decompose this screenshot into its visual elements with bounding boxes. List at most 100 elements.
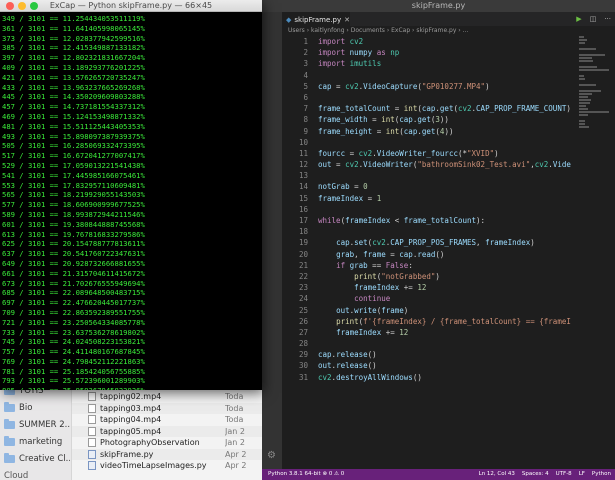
status-item[interactable]: Python [592, 469, 611, 480]
code-line[interactable]: import numpy as np [318, 47, 571, 58]
gear-icon[interactable]: ⚙ [267, 451, 277, 461]
code-line[interactable]: frameIndex += 12 [318, 282, 571, 293]
minimap-line [579, 57, 593, 59]
activity-bar: ⚙ [262, 12, 282, 469]
line-number: 12 [298, 160, 308, 170]
code-line[interactable]: frame_width = int(cap.get(3)) [318, 114, 571, 125]
file-row[interactable]: skipFrame.py Apr 2 [72, 448, 262, 460]
file-date: Jan 2 [225, 426, 245, 436]
line-number: 17 [298, 216, 308, 225]
sidebar-item[interactable]: Cloud [4, 468, 70, 480]
file-row[interactable]: tapping02.mp4 Toda [72, 391, 262, 403]
code-line[interactable] [318, 226, 571, 237]
code-line[interactable] [318, 137, 571, 148]
code-editor[interactable]: 1 2 3 4 5 6 7 8 9 10 11 12 13 14 15 16 17 18 19 20 21 22 23 24 2… [282, 36, 615, 469]
code-line[interactable]: cv2.destroyAllWindows() [318, 372, 571, 383]
terminal-line: 673 / 3101 == 21.702676555949694% [2, 278, 145, 288]
terminal-window[interactable]: ExCap — Python skipFrame.py — 66×45 349 … [0, 0, 262, 390]
minimap-line [579, 60, 593, 62]
terminal-line: 781 / 3101 == 25.185424056755885% [2, 366, 145, 376]
code-line[interactable]: notGrab = 0 [318, 181, 571, 192]
minimap-line [579, 102, 590, 104]
file-name: videoTimeLapseImages.py [100, 461, 207, 471]
terminal-line: 757 / 3101 == 24.411480167687845% [2, 347, 145, 357]
code-line[interactable] [318, 338, 571, 349]
minimap-line [579, 114, 588, 116]
line-number: 8 [303, 115, 308, 125]
code-line[interactable]: frame_height = int(cap.get(4)) [318, 126, 571, 137]
minimap[interactable] [579, 36, 609, 128]
code-area[interactable]: import cv2 import numpy as np import imuti… [318, 36, 571, 383]
terminal-line: 541 / 3101 == 17.445985166075461% [2, 170, 145, 180]
code-line[interactable]: out = cv2.VideoWriter("bathroomSink02_Te… [318, 159, 571, 170]
code-line[interactable]: import cv2 [318, 36, 571, 47]
file-date: Toda [225, 392, 244, 402]
line-number: 10 [298, 137, 308, 147]
run-icon[interactable]: ▶ [576, 15, 581, 23]
minimap-line [579, 36, 584, 38]
code-line[interactable]: grab, frame = cap.read() [318, 249, 571, 260]
code-line[interactable]: cap.set(cv2.CAP_PROP_POS_FRAMES, frameIn… [318, 237, 571, 248]
code-line[interactable]: frameIndex = 1 [318, 193, 571, 204]
minimap-line [579, 90, 601, 92]
vscode-window[interactable]: skipFrame.py ⚙ ◆ skipFrame.py ✕ ▶ ◫ ··· … [262, 0, 615, 480]
code-line[interactable]: print("notGrabbed") [318, 271, 571, 282]
terminal-line: 349 / 3101 == 11.254434053511119% [2, 14, 145, 23]
status-item[interactable]: UTF-8 [556, 469, 572, 480]
code-line[interactable]: cap.release() [318, 349, 571, 360]
file-date: Jan 2 [225, 438, 245, 448]
status-item[interactable]: LF [579, 469, 585, 480]
video-file-icon [88, 426, 96, 436]
minimap-line [579, 126, 590, 128]
terminal-line: 397 / 3101 == 12.802321831667204% [2, 53, 145, 63]
sidebar-item[interactable]: Bio [4, 400, 70, 416]
sidebar-item[interactable]: SUMMER 2... [4, 417, 70, 433]
code-line[interactable]: import imutils [318, 58, 571, 69]
minimap-line [579, 75, 584, 77]
file-row[interactable]: tapping04.mp4 Toda [72, 414, 262, 426]
code-line[interactable]: out.write(frame) [318, 305, 571, 316]
code-line[interactable]: while(frameIndex < frame_totalCount): [318, 215, 571, 226]
split-editor-icon[interactable]: ◫ [590, 15, 597, 23]
terminal-line: 385 / 3101 == 12.415349887133182% [2, 43, 145, 53]
status-interpreter[interactable]: Python 3.8.1 64-bit ⊗ 0 ⚠ 0 [268, 469, 344, 480]
status-item[interactable]: Spaces: 4 [522, 469, 549, 480]
file-name: tapping05.mp4 [100, 426, 162, 436]
sidebar-item[interactable]: Creative Cl... [4, 451, 70, 467]
code-line[interactable] [318, 170, 571, 181]
code-line[interactable]: fourcc = cv2.VideoWriter_fourcc(*"XVID") [318, 148, 571, 159]
sidebar-item[interactable]: marketing [4, 434, 70, 450]
code-line[interactable]: if grab == False: [318, 260, 571, 271]
terminal-line: 505 / 3101 == 16.285069332473395% [2, 141, 145, 151]
status-item[interactable]: Ln 12, Col 43 [479, 469, 515, 480]
code-line[interactable]: frameIndex += 12 [318, 327, 571, 338]
code-line[interactable] [318, 92, 571, 103]
more-actions-icon[interactable]: ··· [604, 15, 611, 23]
close-icon[interactable]: ✕ [344, 16, 350, 24]
line-number: 13 [298, 171, 308, 181]
terminal-line: 493 / 3101 == 15.898097387939375% [2, 131, 145, 141]
file-row[interactable]: tapping03.mp4 Toda [72, 402, 262, 414]
folder-icon [4, 436, 15, 446]
file-date: Apr 2 [225, 461, 247, 471]
line-number: 14 [298, 182, 308, 192]
line-number: 2 [303, 48, 308, 58]
code-line[interactable]: frame_totalCount = int(cap.get(cv2.CAP_P… [318, 103, 571, 114]
code-line[interactable]: cap = cv2.VideoCapture("GP010277.MP4") [318, 81, 571, 92]
code-line[interactable] [318, 70, 571, 81]
file-row[interactable]: videoTimeLapseImages.py Apr 2 [72, 460, 262, 472]
terminal-line: 709 / 3101 == 22.863592389551755% [2, 307, 145, 317]
editor-tab-bar: ◆ skipFrame.py ✕ ▶ ◫ ··· [282, 12, 615, 26]
breadcrumb[interactable]: Users › kaitlynfong › Documents › ExCap … [282, 26, 615, 36]
terminal-output[interactable]: 349 / 3101 == 11.254434053511119% 361 / 3… [2, 14, 262, 390]
code-line[interactable] [318, 204, 571, 215]
file-row[interactable]: PhotographyObservation Jan 2 [72, 437, 262, 449]
file-row[interactable]: tapping05.mp4 Jan 2 [72, 425, 262, 437]
sidebar-item-label: Bio [19, 403, 33, 413]
code-line[interactable]: out.release() [318, 360, 571, 371]
code-line[interactable]: continue [318, 293, 571, 304]
code-line[interactable]: print(f'{frameIndex} / {frame_totalCount… [318, 316, 571, 327]
vscode-titlebar: skipFrame.py [262, 0, 615, 12]
terminal-titlebar[interactable]: ExCap — Python skipFrame.py — 66×45 [0, 0, 262, 12]
tab-skipframe[interactable]: ◆ skipFrame.py ✕ [282, 12, 350, 26]
